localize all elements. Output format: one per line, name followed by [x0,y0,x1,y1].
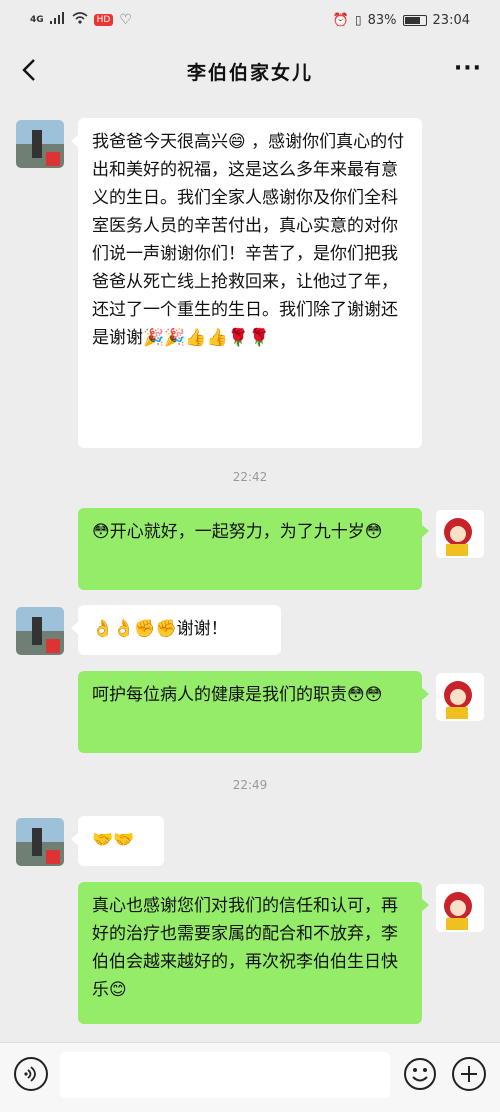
voice-button[interactable] [14,1057,48,1091]
message-bubble[interactable]: 😳开心就好，一起努力，为了九十岁😳 [78,508,429,590]
message-text: 👌👌✊✊谢谢！ [92,619,228,639]
emoji-button[interactable] [403,1057,437,1091]
message-row: 呵护每位病人的健康是我们的职责😳😳 [0,671,500,753]
avatar-other[interactable] [16,818,64,866]
vibrate-icon: ▯ [355,13,362,27]
network-type: 4G [30,15,44,25]
chevron-left-icon [22,59,35,81]
status-left: 4G HD ♡ [30,12,132,28]
message-bubble[interactable]: 呵护每位病人的健康是我们的职责😳😳 [78,671,429,753]
message-bubble[interactable]: 👌👌✊✊谢谢！ [71,605,281,655]
status-right: ⏰ ▯ 83% 23:04 [333,13,470,28]
back-button[interactable] [14,54,46,86]
heart-icon: ♡ [119,12,132,28]
chat-header: 李伯伯家女儿 ··· [0,40,500,102]
avatar-self[interactable] [436,884,484,932]
avatar-self[interactable] [436,673,484,721]
smiley-icon [404,1058,436,1090]
battery-icon [402,14,427,26]
timestamp: 22:49 [232,778,268,792]
message-bubble[interactable]: 🤝🤝 [71,816,164,866]
input-bar [0,1042,500,1112]
message-text: 真心也感谢您们对我们的信任和认可，再好的治疗也需要家属的配合和不放弃，李伯伯会越… [92,896,398,1000]
plus-icon [461,1066,477,1082]
chat-title: 李伯伯家女儿 [186,61,313,84]
message-row: 🤝🤝 [0,816,500,866]
message-row: 真心也感谢您们对我们的信任和认可，再好的治疗也需要家属的配合和不放弃，李伯伯会越… [0,882,500,1024]
message-row: 😳开心就好，一起努力，为了九十岁😳 [0,508,500,590]
message-text: 呵护每位病人的健康是我们的职责😳😳 [92,685,383,705]
alarm-icon: ⏰ [332,12,350,28]
message-text: 😳开心就好，一起努力，为了九十岁😳 [92,522,383,542]
avatar-self[interactable] [436,510,484,558]
avatar-other[interactable] [16,120,64,168]
message-bubble[interactable]: 我爸爸今天很高兴😄 ，感谢你们真心的付出和美好的祝福，这是这么多年来最有意义的生… [71,118,422,448]
avatar-other[interactable] [16,607,64,655]
plus-button[interactable] [452,1057,486,1091]
clock: 23:04 [432,12,470,28]
chat-area[interactable]: 我爸爸今天很高兴😄 ，感谢你们真心的付出和美好的祝福，这是这么多年来最有意义的生… [0,102,500,1042]
message-row: 👌👌✊✊谢谢！ [0,605,500,655]
message-row: 我爸爸今天很高兴😄 ，感谢你们真心的付出和美好的祝福，这是这么多年来最有意义的生… [0,118,500,448]
message-text: 🤝🤝 [92,830,135,850]
message-text: 我爸爸今天很高兴😄 ，感谢你们真心的付出和美好的祝福，这是这么多年来最有意义的生… [92,132,405,348]
message-bubble[interactable]: 真心也感谢您们对我们的信任和认可，再好的治疗也需要家属的配合和不放弃，李伯伯会越… [78,882,429,1024]
voice-icon [24,1066,36,1082]
battery-percent: 83% [367,12,397,28]
signal-icon [49,12,66,28]
timestamp: 22:42 [232,470,268,484]
hd-badge: HD [93,14,114,26]
status-bar: 4G HD ♡ ⏰ ▯ 83% 23:04 [0,0,500,40]
message-input[interactable] [60,1052,390,1098]
battery-fill [404,16,420,24]
more-button[interactable]: ··· [454,56,482,81]
wifi-icon [72,12,88,28]
